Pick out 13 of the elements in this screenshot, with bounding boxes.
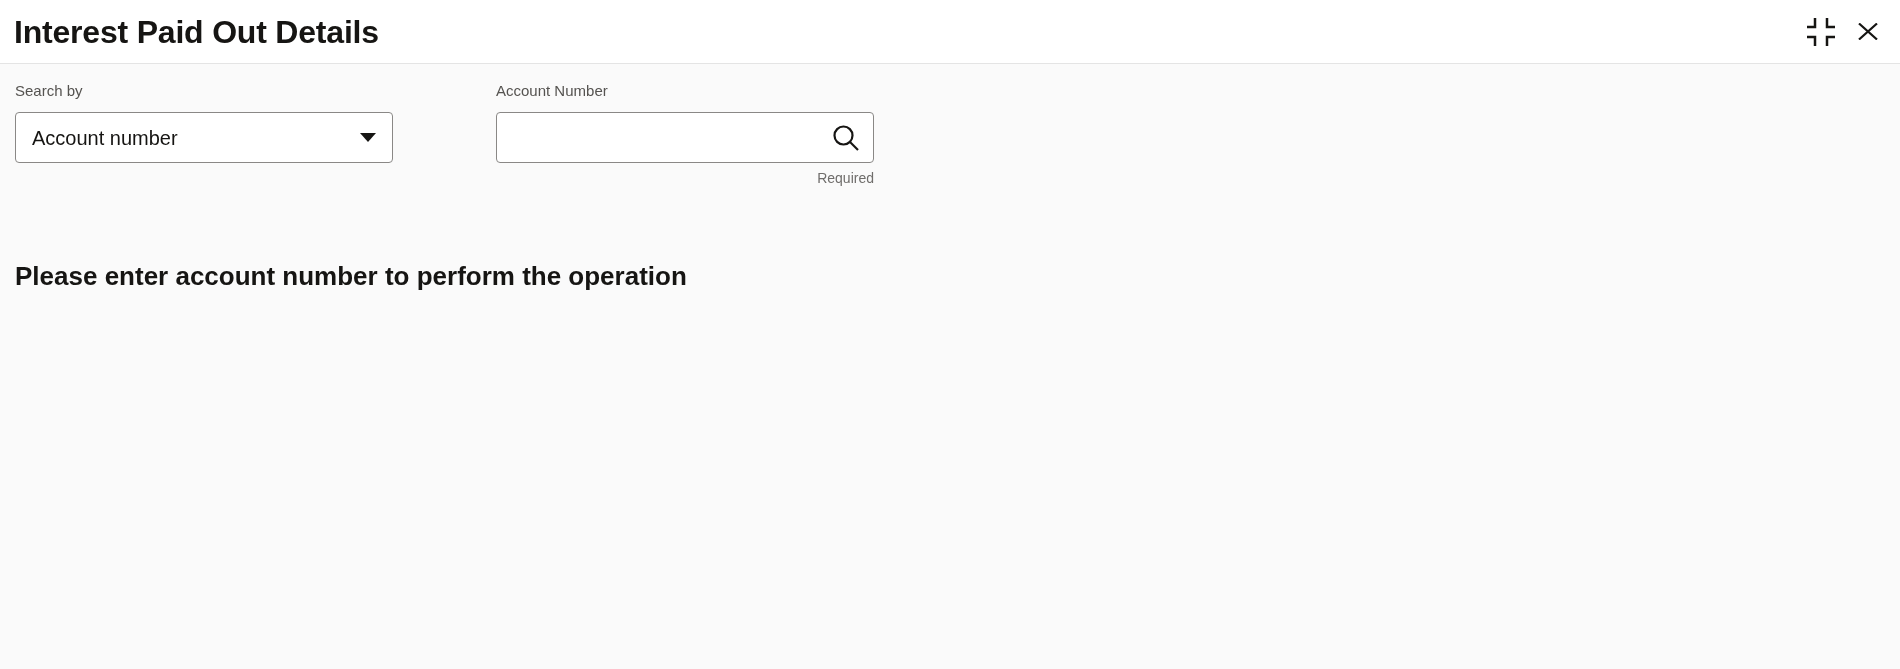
account-number-field[interactable] bbox=[496, 112, 874, 163]
search-by-label: Search by bbox=[15, 81, 83, 101]
search-icon[interactable] bbox=[833, 124, 859, 151]
dialog-title: Interest Paid Out Details bbox=[14, 15, 379, 48]
collapse-icon bbox=[1806, 16, 1836, 47]
instruction-message: Please enter account number to perform the operation bbox=[15, 260, 687, 292]
account-number-label: Account Number bbox=[496, 81, 608, 101]
close-button[interactable] bbox=[1858, 21, 1878, 42]
required-hint: Required bbox=[817, 169, 874, 188]
caret-icon bbox=[360, 133, 376, 142]
collapse-button[interactable] bbox=[1806, 16, 1836, 47]
search-by-dropdown[interactable]: Account number bbox=[15, 112, 393, 163]
close-icon bbox=[1858, 23, 1878, 40]
